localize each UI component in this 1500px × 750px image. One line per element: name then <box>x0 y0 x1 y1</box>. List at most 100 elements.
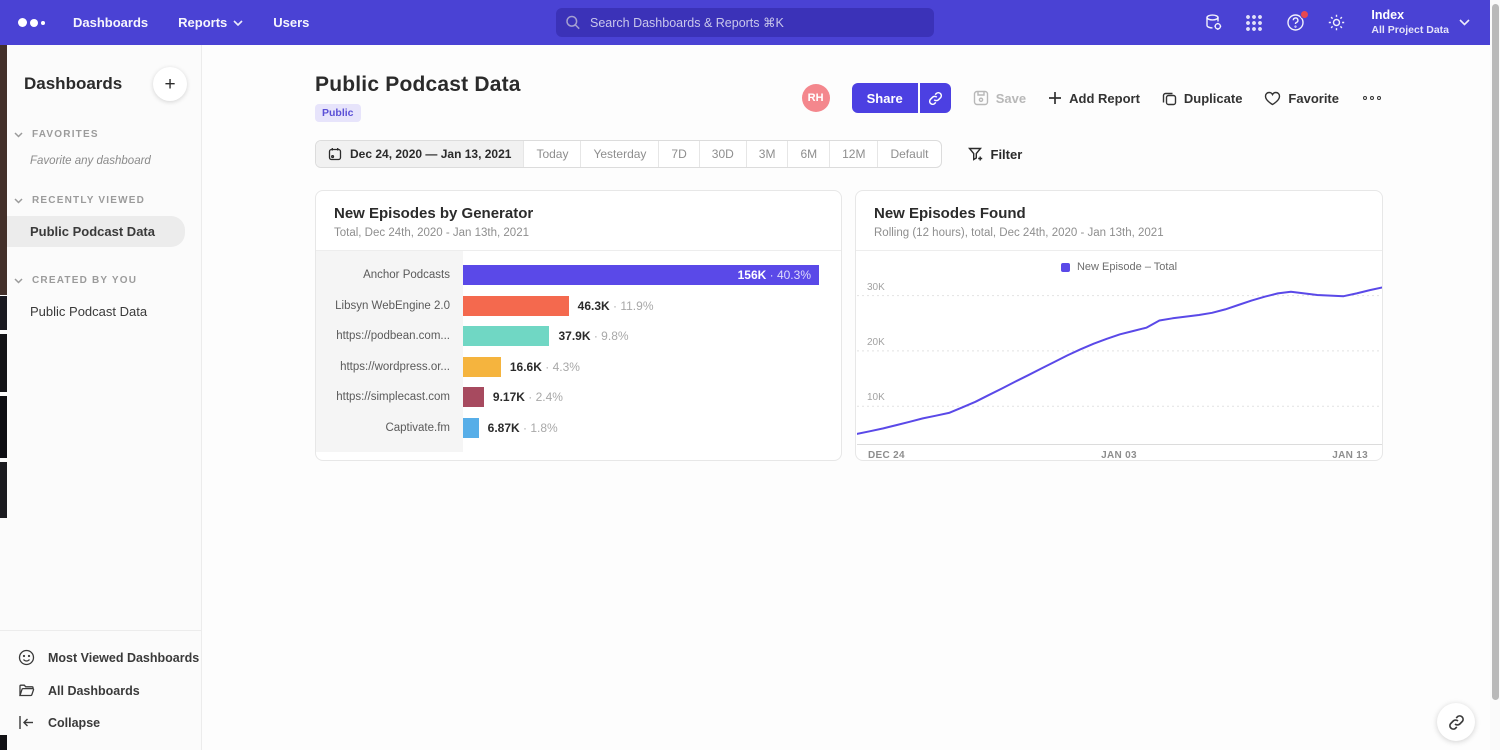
plus-icon <box>1048 91 1062 105</box>
favorite-button[interactable]: Favorite <box>1264 91 1339 106</box>
nav-item-reports[interactable]: Reports <box>178 15 243 30</box>
calendar-icon <box>328 147 342 161</box>
bar-chart-title: New Episodes by Generator <box>334 205 823 222</box>
x-axis-ticks: DEC 24JAN 03JAN 13 <box>856 445 1382 461</box>
bar-chart-card: New Episodes by Generator Total, Dec 24t… <box>315 190 842 461</box>
date-range-segmented-control: Dec 24, 2020 — Jan 13, 2021 Today Yester… <box>315 140 942 168</box>
main-content: Public Podcast Data Public RH Share Save… <box>202 45 1490 750</box>
favorites-empty-hint: Favorite any dashboard <box>0 155 201 167</box>
share-link-button[interactable] <box>920 83 951 113</box>
add-report-button[interactable]: Add Report <box>1048 91 1140 106</box>
preset-6m[interactable]: 6M <box>788 141 830 167</box>
sidebar-item-public-podcast-data-created[interactable]: Public Podcast Data <box>0 296 201 327</box>
mixpanel-logo-icon[interactable] <box>18 0 45 45</box>
bar-value: 156K · 40.3% <box>738 268 811 282</box>
bar-row: https://simplecast.com9.17K · 2.4% <box>316 382 841 413</box>
share-button[interactable]: Share <box>852 83 918 113</box>
line-chart-card: New Episodes Found Rolling (12 hours), t… <box>855 190 1383 461</box>
avatar[interactable]: RH <box>802 84 830 112</box>
bar-value: 46.3K · 11.9% <box>578 299 654 313</box>
bar-segment[interactable] <box>463 418 479 438</box>
preset-yesterday[interactable]: Yesterday <box>581 141 659 167</box>
line-series[interactable] <box>857 287 1383 434</box>
top-nav: Dashboards Reports Users Index All Proje… <box>0 0 1490 45</box>
apps-grid-icon[interactable] <box>1244 13 1264 33</box>
folder-icon <box>18 682 35 699</box>
legend-label: New Episode – Total <box>1077 261 1177 273</box>
copy-icon <box>1162 91 1177 106</box>
section-label: FAVORITES <box>32 129 99 140</box>
duplicate-label: Duplicate <box>1184 91 1243 106</box>
more-options-button[interactable] <box>1361 92 1383 104</box>
preset-default[interactable]: Default <box>878 141 940 167</box>
heart-icon <box>1264 91 1281 106</box>
link-icon <box>1448 714 1465 731</box>
bar-category-label: Anchor Podcasts <box>316 269 463 281</box>
share-split-button: Share <box>852 83 951 113</box>
bar-segment[interactable] <box>463 296 569 316</box>
section-label: RECENTLY VIEWED <box>32 195 145 206</box>
save-label: Save <box>996 91 1026 106</box>
add-dashboard-button[interactable]: + <box>153 67 187 101</box>
all-dashboards-button[interactable]: All Dashboards <box>0 674 201 707</box>
bar-value: 6.87K · 1.8% <box>488 421 558 435</box>
bar-area: 6.87K · 1.8% <box>463 418 841 438</box>
sidebar-item-public-podcast-data[interactable]: Public Podcast Data <box>0 216 185 247</box>
bar-category-label: https://simplecast.com <box>316 391 463 403</box>
chevron-down-icon <box>14 132 23 138</box>
bar-value: 16.6K · 4.3% <box>510 360 580 374</box>
add-report-label: Add Report <box>1069 91 1140 106</box>
project-scope: All Project Data <box>1371 24 1449 37</box>
preset-30d[interactable]: 30D <box>700 141 747 167</box>
favorite-label: Favorite <box>1288 91 1339 106</box>
preset-12m[interactable]: 12M <box>830 141 878 167</box>
preset-7d[interactable]: 7D <box>659 141 699 167</box>
settings-gear-icon[interactable] <box>1326 13 1346 33</box>
bar-chart-subtitle: Total, Dec 24th, 2020 - Jan 13th, 2021 <box>334 227 823 239</box>
nav-item-dashboards[interactable]: Dashboards <box>73 15 148 30</box>
sidebar-section-created-by-you[interactable]: CREATED BY YOU <box>0 275 201 286</box>
collapse-sidebar-button[interactable]: Collapse <box>0 707 201 738</box>
chevron-down-icon <box>14 278 23 284</box>
bar-segment[interactable] <box>463 387 484 407</box>
nav-item-users[interactable]: Users <box>273 15 309 30</box>
x-axis-tick-label: JAN 13 <box>1332 450 1368 461</box>
project-selector[interactable]: Index All Project Data <box>1371 8 1470 37</box>
legend-swatch <box>1061 263 1070 272</box>
preset-today[interactable]: Today <box>524 141 581 167</box>
most-viewed-dashboards-button[interactable]: Most Viewed Dashboards <box>0 641 201 674</box>
bar-row: Libsyn WebEngine 2.046.3K · 11.9% <box>316 291 841 322</box>
scrollbar-thumb[interactable] <box>1492 4 1499 700</box>
save-button[interactable]: Save <box>973 90 1026 106</box>
bar-segment[interactable]: 156K · 40.3% <box>463 265 819 285</box>
bar-area: 9.17K · 2.4% <box>463 387 841 407</box>
nav-label: Dashboards <box>73 15 148 30</box>
smiley-icon <box>18 649 35 666</box>
dashboard-actions: RH Share Save Add Report Duplicate <box>802 83 1383 113</box>
search-input[interactable] <box>556 8 934 37</box>
sidebar: Dashboards + FAVORITES Favorite any dash… <box>0 45 202 750</box>
notification-badge <box>1300 10 1309 19</box>
chevron-down-icon <box>1459 19 1470 26</box>
chevron-down-icon <box>233 20 243 26</box>
copy-link-floating-button[interactable] <box>1437 703 1475 741</box>
date-range-button[interactable]: Dec 24, 2020 — Jan 13, 2021 <box>316 141 524 167</box>
nav-label: Reports <box>178 15 227 30</box>
bar-segment[interactable] <box>463 357 501 377</box>
bar-category-label: https://podbean.com... <box>316 330 463 342</box>
page-title: Public Podcast Data <box>315 73 521 97</box>
bar-value: 37.9K · 9.8% <box>558 329 628 343</box>
preset-3m[interactable]: 3M <box>747 141 789 167</box>
bar-category-label: https://wordpress.or... <box>316 361 463 373</box>
x-axis-tick-label: JAN 03 <box>1101 450 1137 461</box>
bar-category-label: Captivate.fm <box>316 422 463 434</box>
duplicate-button[interactable]: Duplicate <box>1162 91 1243 106</box>
data-management-icon[interactable] <box>1203 13 1223 33</box>
scrollbar-track <box>1490 0 1500 750</box>
sidebar-section-favorites[interactable]: FAVORITES <box>0 129 201 140</box>
bar-segment[interactable] <box>463 326 549 346</box>
filter-button[interactable]: Filter <box>968 147 1023 162</box>
help-icon[interactable] <box>1285 13 1305 33</box>
chart-legend: New Episode – Total <box>856 251 1382 279</box>
sidebar-section-recently-viewed[interactable]: RECENTLY VIEWED <box>0 195 201 206</box>
